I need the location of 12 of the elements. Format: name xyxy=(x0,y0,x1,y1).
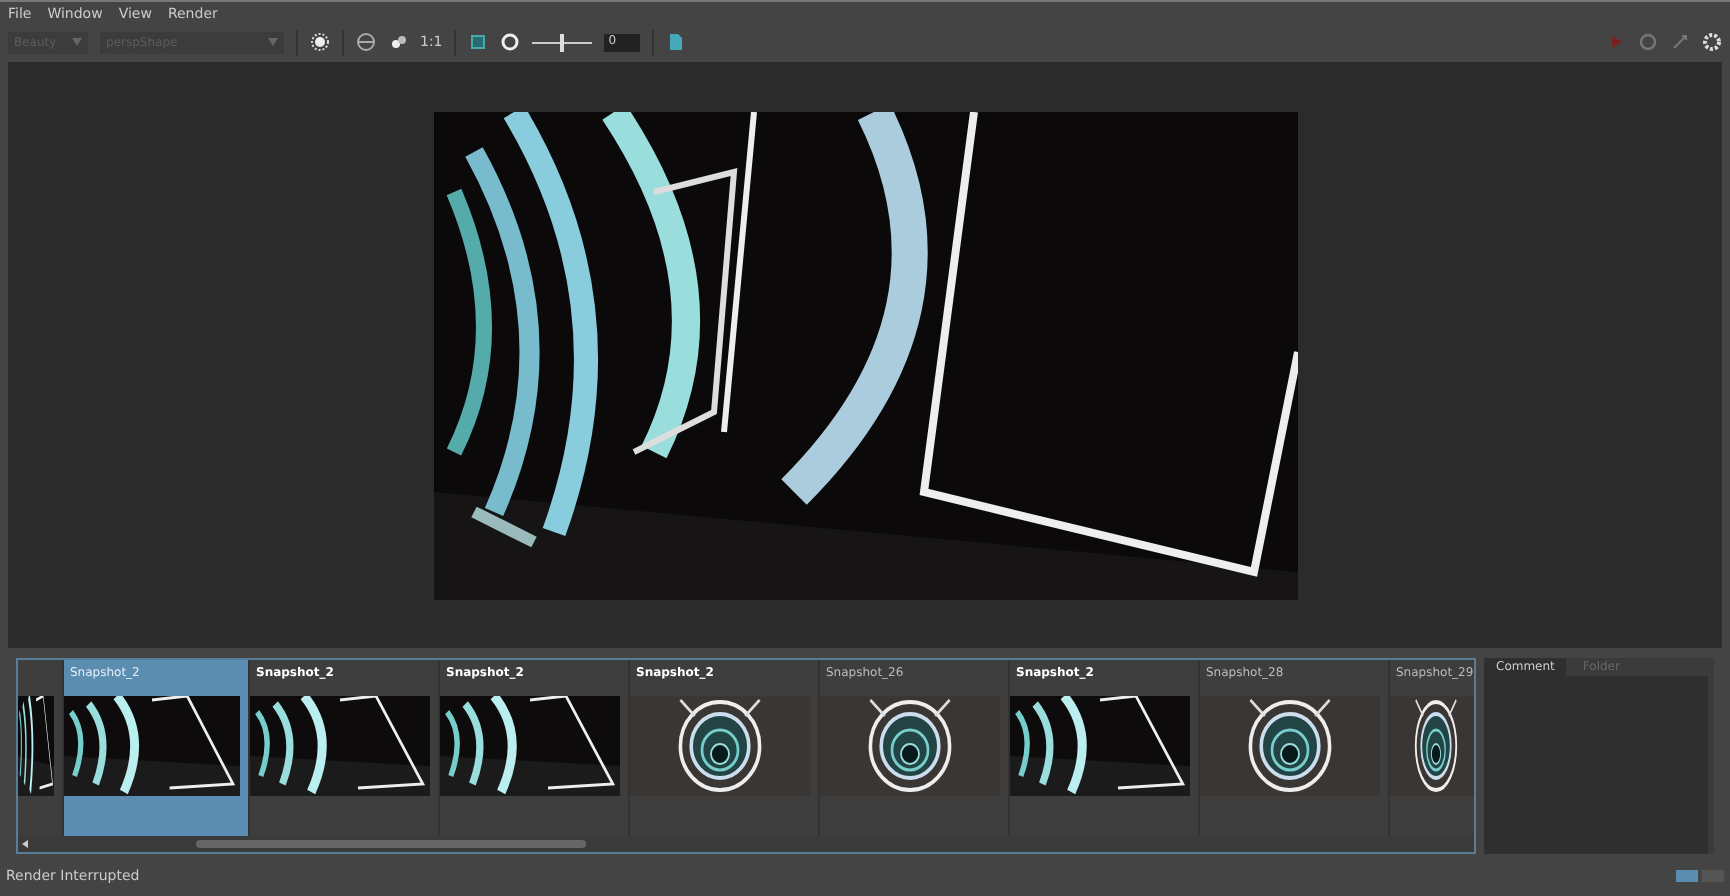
view-toggle[interactable] xyxy=(1676,869,1698,881)
caret-icon[interactable] xyxy=(72,38,82,46)
file-icon[interactable] xyxy=(666,32,687,52)
scroll-left-arrow[interactable] xyxy=(22,840,28,848)
settings-icon[interactable] xyxy=(1702,32,1722,52)
snapshot-icon[interactable] xyxy=(388,32,408,52)
frame-icon[interactable] xyxy=(468,32,489,52)
exposure-icon[interactable] xyxy=(500,32,521,52)
caret-icon[interactable] xyxy=(268,38,278,46)
render-icon[interactable] xyxy=(310,32,330,52)
region-icon[interactable] xyxy=(356,32,376,52)
scrollbar-thumb[interactable] xyxy=(196,840,586,848)
